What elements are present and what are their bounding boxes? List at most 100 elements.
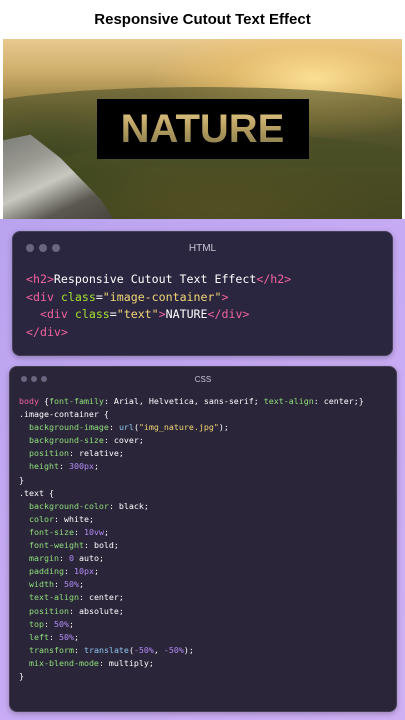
cutout-text-box: NATURE [96, 99, 309, 159]
code-token: top [29, 618, 44, 629]
code-token: : [58, 553, 69, 564]
code-line: font-size: 10vw; [19, 526, 364, 539]
code-line: transform: translate(-50%, -50%); [19, 644, 364, 657]
code-token: padding [29, 566, 64, 577]
code-token: font-weight [29, 540, 84, 551]
code-line: width: 50%; [19, 578, 364, 591]
image-container: NATURE [3, 39, 402, 219]
code-token: class [74, 307, 110, 321]
code-token: "img_nature.jpg" [138, 422, 219, 433]
code-line: .image-container { [19, 408, 364, 421]
html-code-panel: HTML <h2>Responsive Cutout Text Effect</… [12, 231, 393, 356]
code-token: 50% [58, 631, 74, 642]
code-token: : [73, 644, 84, 655]
code-token: class [60, 289, 96, 304]
code-token: transform [29, 644, 74, 655]
code-token: .text { [19, 487, 54, 498]
code-token: : multiply; [98, 657, 154, 668]
code-token: position [29, 448, 69, 459]
code-token: : [58, 461, 69, 472]
code-token: body [19, 396, 44, 406]
code-line: <div class="image-container"> [26, 289, 291, 307]
code-token: height [29, 461, 59, 472]
code-line: position: absolute; [19, 605, 364, 618]
code-line: mix-blend-mode: multiply; [19, 657, 364, 670]
code-token: NATURE [165, 307, 208, 321]
code-token: width [29, 579, 54, 590]
code-token: : bold; [83, 540, 119, 551]
code-token: : cover; [103, 435, 144, 446]
code-token: <div [39, 307, 75, 321]
html-code-block: <h2>Responsive Cutout Text Effect</h2> <d… [26, 271, 291, 341]
code-line: background-color: black; [19, 500, 364, 513]
code-line: } [19, 474, 364, 487]
code-token: font-family [48, 396, 104, 406]
code-token: font-size [29, 526, 74, 537]
code-token: ; [69, 618, 74, 629]
code-token: : white; [53, 513, 94, 524]
code-line: margin: 0 auto; [19, 552, 364, 565]
code-token: : [108, 422, 119, 433]
code-token: text-align [29, 592, 79, 603]
code-token: color [29, 513, 54, 524]
code-token: text-align [263, 396, 314, 406]
code-token: ); [218, 422, 229, 433]
code-token: > [158, 307, 166, 321]
code-token: <div [26, 289, 61, 304]
code-line: <h2>Responsive Cutout Text Effect</h2> [26, 271, 291, 289]
code-token: : [48, 631, 59, 642]
code-token: </div> [26, 324, 68, 339]
code-line: </div> [26, 324, 291, 342]
css-code-block: body {font-family: Arial, Helvetica, san… [19, 395, 364, 683]
code-line: background-size: cover; [19, 434, 364, 447]
code-token: background-image [29, 422, 109, 433]
panel-title: HTML [188, 243, 217, 254]
code-token: Responsive Cutout Text Effect [53, 272, 257, 286]
code-token: : relative; [68, 448, 124, 459]
code-token: <h2> [26, 272, 54, 286]
code-token: : absolute; [68, 605, 124, 616]
code-token: = [95, 289, 103, 304]
code-token: 10vw [83, 526, 104, 537]
code-token: background-color [29, 500, 109, 511]
code-token: translate [83, 644, 129, 655]
cutout-text: NATURE [120, 106, 285, 151]
code-line: top: 50%; [19, 618, 364, 631]
code-line: } [19, 670, 364, 683]
code-line: padding: 10px; [19, 565, 364, 578]
code-line: position: relative; [19, 447, 364, 460]
code-token: ; [93, 461, 99, 472]
code-token: </div> [207, 307, 250, 321]
panel-title: CSS [194, 375, 212, 384]
code-line: color: white; [19, 513, 364, 526]
code-token: : black; [108, 500, 149, 511]
code-token: "image-container" [102, 289, 222, 304]
code-token: = [109, 307, 117, 321]
code-token: : Arial, Helvetica, sans-serif; [103, 396, 264, 406]
code-line: text-align: center; [19, 591, 364, 604]
code-line: <div class="text">NATURE</div> [26, 306, 291, 324]
code-line: font-weight: bold; [19, 539, 364, 552]
code-token: 10px [73, 566, 94, 577]
code-token: -50% [133, 644, 154, 655]
code-token: ; [78, 579, 84, 590]
code-token: ); [183, 644, 194, 655]
code-token: > [221, 289, 229, 304]
panel-header: CSS [10, 367, 396, 397]
code-token: -50% [163, 644, 184, 655]
code-token: , [153, 644, 164, 655]
code-token: : [44, 618, 54, 629]
panel-header: HTML [13, 232, 392, 262]
page-title: Responsive Cutout Text Effect [0, 0, 405, 38]
code-token: : center;} [313, 396, 364, 406]
css-code-panel: CSS body {font-family: Arial, Helvetica,… [9, 366, 397, 712]
code-token: auto; [73, 553, 104, 564]
code-token: background-size [29, 435, 104, 446]
